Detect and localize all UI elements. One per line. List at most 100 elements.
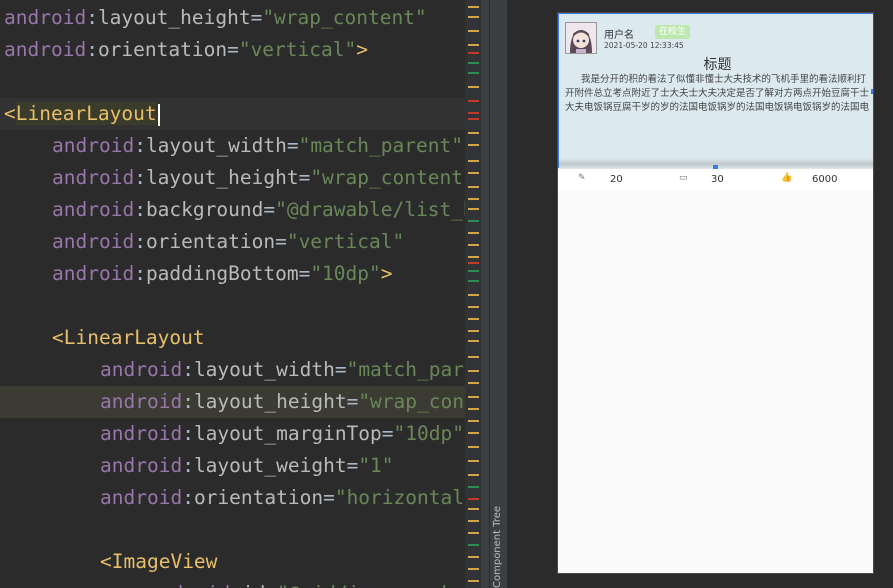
code-line[interactable]: android:paddingBottom="10dp"> <box>0 258 393 290</box>
gutter-marker[interactable] <box>468 556 479 558</box>
gutter-marker[interactable] <box>468 44 479 46</box>
code-line[interactable]: android:layout_width="match_pare <box>0 354 476 386</box>
code-line[interactable]: <LinearLayout <box>0 98 481 130</box>
code-line[interactable]: android:orientation="horizontal" <box>0 482 476 514</box>
comment-icon[interactable]: ▭ <box>679 174 689 183</box>
component-tree-label: Component Tree <box>492 505 503 588</box>
equals: = <box>227 38 239 61</box>
code-line[interactable] <box>0 66 4 98</box>
post-card[interactable]: 用户名 在校生 2021-05-20 12:33:45 标题 我是分开的积的看法… <box>558 13 873 170</box>
attr-value: "wrap_content" <box>310 166 475 189</box>
thumbs-up-icon[interactable]: 👍 <box>781 174 792 183</box>
equals: = <box>286 134 299 157</box>
gutter-marker[interactable] <box>468 144 479 146</box>
gutter-marker[interactable] <box>468 280 479 282</box>
code-line[interactable]: android:orientation="vertical" <box>0 226 404 258</box>
gutter-marker[interactable] <box>468 244 479 246</box>
code-line[interactable]: android:layout_width="match_parent" <box>0 130 463 162</box>
splitter[interactable] <box>481 0 489 588</box>
gutter-marker[interactable] <box>468 544 479 546</box>
tag-open-bracket: < <box>4 102 16 125</box>
gutter-marker[interactable] <box>468 498 479 500</box>
gutter-marker[interactable] <box>468 460 479 462</box>
gutter-marker[interactable] <box>468 580 479 582</box>
code-line[interactable]: android:id="@+id/iv_user_head" <box>0 578 481 588</box>
colon: : <box>230 582 242 588</box>
gutter-marker[interactable] <box>468 72 479 74</box>
attr-value: "horizontal" <box>334 486 476 509</box>
gutter-marker[interactable] <box>468 270 479 272</box>
gutter-marker[interactable] <box>468 262 479 264</box>
attr-name: orientation <box>145 230 276 253</box>
code-line[interactable]: <ImageView <box>0 546 217 578</box>
gutter-marker[interactable] <box>468 112 479 114</box>
gutter-marker[interactable] <box>468 186 479 188</box>
selection-handle-right[interactable] <box>871 89 873 94</box>
gutter-marker[interactable] <box>468 132 479 134</box>
gutter-marker[interactable] <box>468 356 479 358</box>
gutter-marker[interactable] <box>468 30 479 32</box>
gutter-marker[interactable] <box>468 330 479 332</box>
gutter-marker[interactable] <box>468 382 479 384</box>
gutter-marker[interactable] <box>468 318 479 320</box>
gutter-marker[interactable] <box>468 532 479 534</box>
gutter-marker[interactable] <box>468 100 479 102</box>
code-line[interactable]: android:layout_height="wrap_cont <box>0 386 476 418</box>
gutter-marker[interactable] <box>468 306 479 308</box>
gutter-marker[interactable] <box>468 474 479 476</box>
attr-namespace: android <box>52 134 135 157</box>
equals: = <box>298 166 311 189</box>
gutter-marker[interactable] <box>468 256 479 258</box>
component-tree-panel-tab[interactable]: Component Tree <box>489 0 508 588</box>
gutter-marker[interactable] <box>468 118 479 120</box>
edit-icon[interactable]: ✎ <box>578 174 588 183</box>
gutter-marker[interactable] <box>468 232 479 234</box>
attr-value: "@+id/iv_user_head" <box>277 582 481 588</box>
gutter-marker[interactable] <box>468 370 479 372</box>
gutter-marker[interactable] <box>468 396 479 398</box>
gutter-marker[interactable] <box>468 340 479 342</box>
gutter-marker[interactable] <box>468 420 479 422</box>
gutter-marker[interactable] <box>468 62 479 64</box>
gutter-marker[interactable] <box>468 86 479 88</box>
gutter-marker[interactable] <box>468 52 479 54</box>
gutter-marker[interactable] <box>468 432 479 434</box>
device-preview: 用户名 在校生 2021-05-20 12:33:45 标题 我是分开的积的看法… <box>557 12 874 574</box>
gutter-marker[interactable] <box>468 6 479 8</box>
gutter-marker[interactable] <box>468 520 479 522</box>
gutter-marker[interactable] <box>468 220 479 222</box>
user-avatar[interactable] <box>565 22 597 54</box>
code-line[interactable] <box>0 290 52 322</box>
text-caret <box>157 103 160 126</box>
equals: = <box>298 262 311 285</box>
attr-name: layout_width <box>193 358 335 381</box>
gutter-marker[interactable] <box>468 172 479 174</box>
gutter-marker[interactable] <box>468 408 479 410</box>
code-line[interactable]: <LinearLayout <box>0 322 205 354</box>
tag-name: LinearLayout <box>15 102 157 125</box>
stats-bar: ✎ 20 ▭ 30 👍 6000 <box>558 169 873 191</box>
code-editor[interactable]: android:layout_height="wrap_content" andr… <box>0 0 481 588</box>
code-line[interactable]: android:layout_height="wrap_content" <box>0 2 427 34</box>
code-line[interactable]: android:layout_weight="1" <box>0 450 394 482</box>
gutter-marker[interactable] <box>468 160 479 162</box>
attr-value: "vertical" <box>238 38 357 61</box>
code-line[interactable]: android:layout_marginTop="10dp" <box>0 418 464 450</box>
gutter-marker[interactable] <box>468 486 479 488</box>
gutter-marker[interactable] <box>468 294 479 296</box>
code-line[interactable] <box>0 514 100 546</box>
code-line[interactable]: android:layout_height="wrap_content" <box>0 162 475 194</box>
gutter-marker[interactable] <box>468 508 479 510</box>
equals: = <box>275 230 287 253</box>
tag-name: LinearLayout <box>63 326 205 349</box>
equals: = <box>346 454 359 477</box>
gutter-marker[interactable] <box>468 208 479 210</box>
gutter-marker[interactable] <box>468 568 479 570</box>
colon: : <box>182 422 194 445</box>
gutter-marker[interactable] <box>468 198 479 200</box>
gutter-marker[interactable] <box>468 446 479 448</box>
code-line[interactable]: android:orientation="vertical"> <box>0 34 368 66</box>
gutter-marker[interactable] <box>468 16 479 18</box>
code-line[interactable]: android:background="@drawable/list_b <box>0 194 475 226</box>
equals: = <box>265 582 277 588</box>
